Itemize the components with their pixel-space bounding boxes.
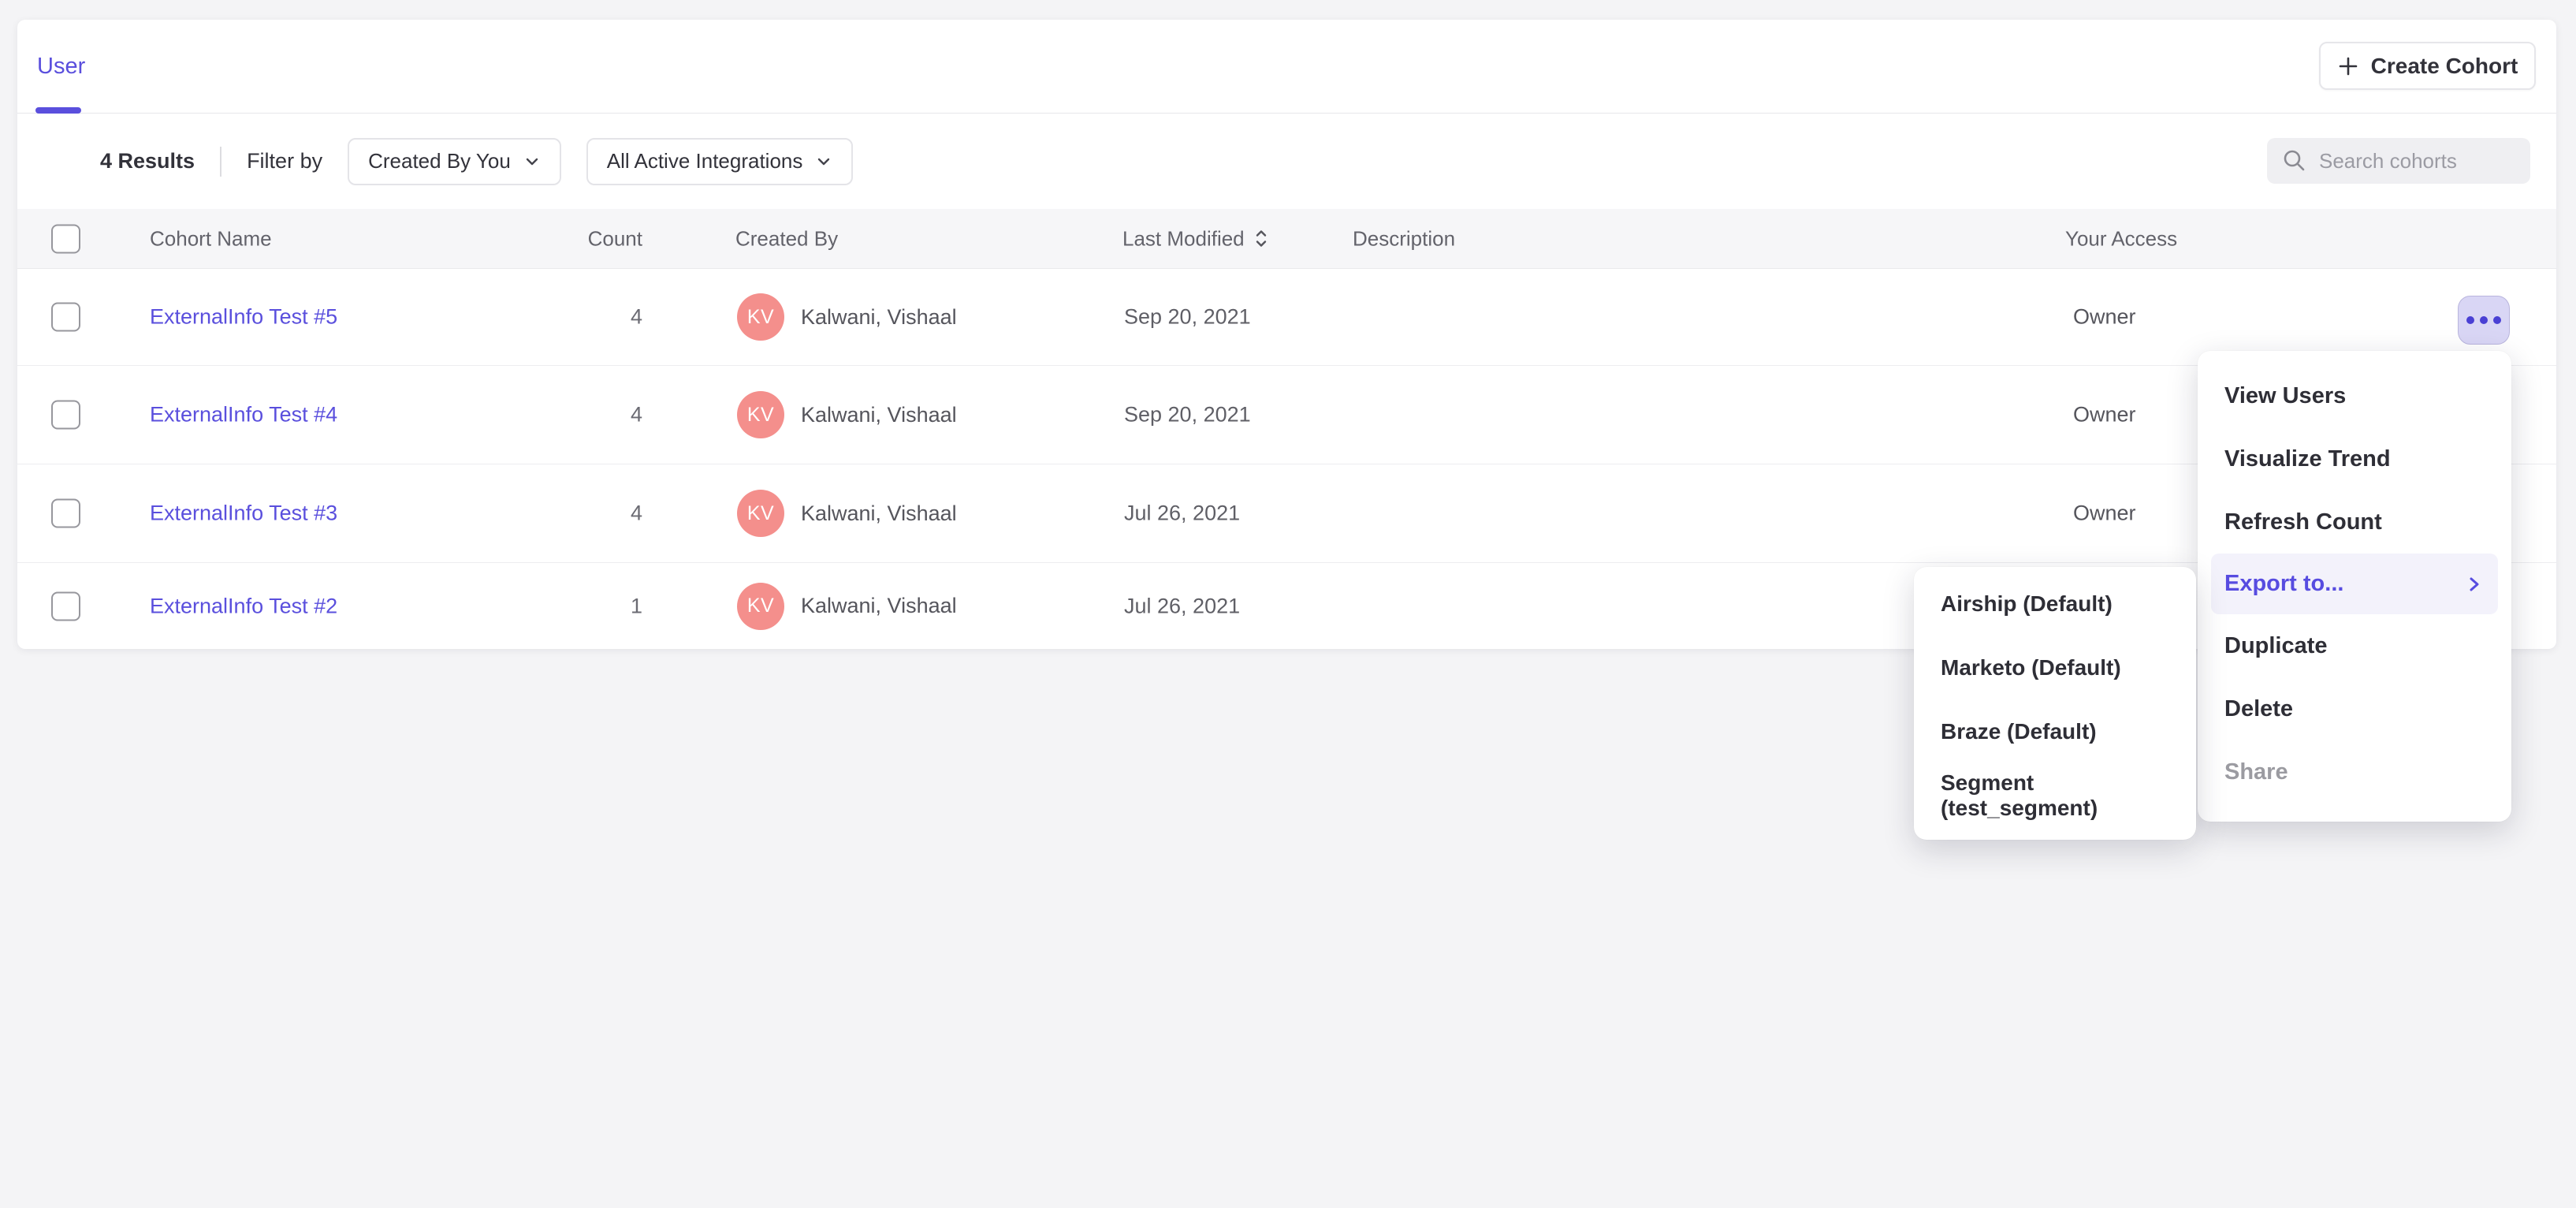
created-by-cell: KV Kalwani, Vishaal [737, 293, 957, 341]
filter-by-label: Filter by [247, 149, 322, 173]
sort-icon [1254, 228, 1268, 250]
row-actions-button[interactable] [2458, 296, 2510, 345]
access-badge: Owner [2073, 403, 2136, 427]
access-badge: Owner [2073, 305, 2136, 330]
table-header: Cohort Name Count Created By Last Modifi… [17, 209, 2556, 269]
row-actions-menu: View Users Visualize Trend Refresh Count… [2198, 351, 2511, 822]
submenu-item-segment[interactable]: Segment (test_segment) [1914, 763, 2196, 827]
menu-item-delete[interactable]: Delete [2198, 677, 2511, 740]
row-checkbox[interactable] [51, 401, 80, 430]
row-checkbox[interactable] [51, 303, 80, 332]
created-by-cell: KV Kalwani, Vishaal [737, 490, 957, 537]
chevron-down-icon [815, 153, 832, 170]
plus-icon [2337, 55, 2359, 77]
integrations-dropdown[interactable]: All Active Integrations [586, 138, 854, 185]
search-icon [2281, 147, 2308, 174]
submenu-item-airship[interactable]: Airship (Default) [1914, 572, 2196, 636]
toolbar-left: 4 Results Filter by Created By You All A… [100, 138, 853, 185]
created-by-dropdown-label: Created By You [368, 149, 511, 173]
row-checkbox[interactable] [51, 499, 80, 528]
submenu-item-marketo[interactable]: Marketo (Default) [1914, 636, 2196, 699]
chevron-down-icon [523, 153, 541, 170]
results-count: 4 Results [100, 149, 195, 173]
tab-user-label: User [37, 54, 85, 80]
created-by-cell: KV Kalwani, Vishaal [737, 391, 957, 438]
avatar: KV [737, 293, 784, 341]
menu-item-export-to[interactable]: Export to... [2211, 554, 2498, 614]
chevron-right-icon [2465, 572, 2484, 596]
header-created-by: Created By [735, 226, 838, 251]
cohort-count: 4 [530, 403, 642, 427]
cohorts-page: User Create Cohort 4 Results Filter by C… [0, 0, 2576, 1208]
header-cohort-name: Cohort Name [150, 226, 272, 251]
last-modified-date: Jul 26, 2021 [1124, 594, 1240, 618]
cohorts-card: User Create Cohort 4 Results Filter by C… [17, 20, 2556, 649]
cohort-count: 4 [530, 501, 642, 526]
creator-name: Kalwani, Vishaal [801, 305, 957, 330]
cohort-count: 1 [530, 594, 642, 618]
cohort-name-link[interactable]: ExternalInfo Test #5 [150, 305, 337, 329]
header-last-modified-label: Last Modified [1122, 226, 1245, 251]
last-modified-date: Jul 26, 2021 [1124, 501, 1240, 526]
create-cohort-button[interactable]: Create Cohort [2319, 42, 2536, 90]
table-row: ExternalInfo Test #3 4 KV Kalwani, Visha… [17, 464, 2556, 562]
toolbar: 4 Results Filter by Created By You All A… [17, 114, 2556, 209]
avatar: KV [737, 490, 784, 537]
integrations-dropdown-label: All Active Integrations [607, 149, 803, 173]
toolbar-divider [220, 147, 221, 177]
table-row: ExternalInfo Test #5 4 KV Kalwani, Visha… [17, 269, 2556, 365]
cohort-count: 4 [530, 305, 642, 330]
header-your-access: Your Access [2065, 226, 2177, 251]
header-description: Description [1353, 226, 1455, 251]
menu-item-visualize-trend[interactable]: Visualize Trend [2198, 427, 2511, 490]
tab-user[interactable]: User [37, 20, 85, 114]
header-last-modified[interactable]: Last Modified [1122, 226, 1268, 251]
menu-item-share: Share [2198, 740, 2511, 803]
creator-name: Kalwani, Vishaal [801, 594, 957, 618]
avatar: KV [737, 583, 784, 630]
search-box [2267, 138, 2530, 184]
active-tab-underline [35, 107, 81, 114]
menu-item-duplicate[interactable]: Duplicate [2198, 614, 2511, 677]
submenu-item-braze[interactable]: Braze (Default) [1914, 699, 2196, 763]
select-all-checkbox[interactable] [51, 224, 80, 253]
avatar: KV [737, 391, 784, 438]
access-badge: Owner [2073, 501, 2136, 526]
menu-item-refresh-count[interactable]: Refresh Count [2198, 490, 2511, 554]
table-row: ExternalInfo Test #4 4 KV Kalwani, Visha… [17, 365, 2556, 464]
tab-strip: User Create Cohort [17, 20, 2556, 114]
created-by-dropdown[interactable]: Created By You [348, 138, 561, 185]
cohort-name-link[interactable]: ExternalInfo Test #3 [150, 501, 337, 525]
creator-name: Kalwani, Vishaal [801, 403, 957, 427]
export-submenu: Airship (Default) Marketo (Default) Braz… [1914, 567, 2196, 840]
menu-item-view-users[interactable]: View Users [2198, 364, 2511, 427]
row-checkbox[interactable] [51, 591, 80, 621]
menu-item-export-to-label: Export to... [2224, 571, 2343, 597]
create-cohort-label: Create Cohort [2371, 54, 2518, 79]
creator-name: Kalwani, Vishaal [801, 501, 957, 526]
last-modified-date: Sep 20, 2021 [1124, 403, 1251, 427]
search-input[interactable] [2319, 149, 2516, 173]
cohort-name-link[interactable]: ExternalInfo Test #2 [150, 594, 337, 617]
created-by-cell: KV Kalwani, Vishaal [737, 583, 957, 630]
cohort-name-link[interactable]: ExternalInfo Test #4 [150, 403, 337, 427]
header-count: Count [530, 226, 642, 251]
last-modified-date: Sep 20, 2021 [1124, 305, 1251, 330]
